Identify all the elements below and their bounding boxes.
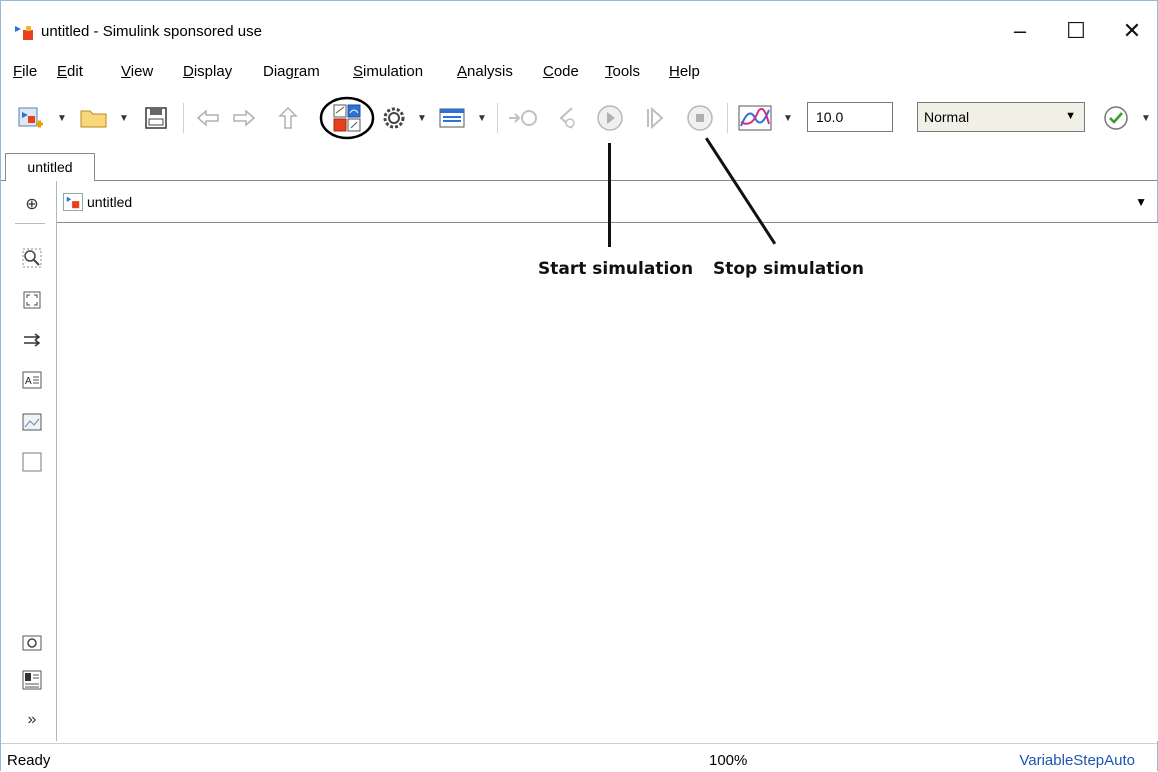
stop-icon bbox=[687, 105, 713, 131]
open-button[interactable] bbox=[77, 101, 111, 135]
step-forward-button[interactable] bbox=[637, 101, 671, 135]
settings-dropdown[interactable]: ▼ bbox=[415, 101, 429, 135]
arrange-button[interactable] bbox=[21, 329, 43, 351]
save-button[interactable] bbox=[139, 101, 173, 135]
zoom-icon bbox=[22, 248, 42, 268]
menu-simulation[interactable]: Simulation bbox=[353, 63, 423, 80]
area-button[interactable] bbox=[21, 451, 43, 473]
zoom-level: 100% bbox=[709, 752, 748, 769]
expand-palette-button[interactable]: » bbox=[21, 709, 43, 731]
explorer-dropdown[interactable]: ▼ bbox=[475, 101, 489, 135]
solver-link[interactable]: VariableStepAuto bbox=[1019, 752, 1135, 769]
toolbar-separator bbox=[183, 103, 184, 133]
close-button[interactable]: ✕ bbox=[1109, 11, 1155, 51]
chevron-down-icon: ▼ bbox=[1065, 110, 1076, 122]
library-browser-button[interactable] bbox=[319, 96, 375, 140]
step-back-icon bbox=[559, 107, 575, 129]
step-forward-icon bbox=[647, 106, 664, 130]
arrow-right-icon bbox=[233, 109, 256, 127]
model-settings-button[interactable] bbox=[379, 101, 409, 135]
tab-untitled[interactable]: untitled bbox=[5, 153, 95, 181]
start-annotation-line bbox=[608, 143, 611, 247]
update-diagram-button[interactable] bbox=[505, 101, 541, 135]
camera-icon bbox=[22, 635, 42, 651]
title-bar: untitled - Simulink sponsored use – ☐ ✕ bbox=[1, 1, 1157, 51]
status-bar: Ready 100% VariableStepAuto bbox=[1, 743, 1157, 772]
menu-display[interactable]: Display bbox=[183, 63, 232, 80]
save-icon bbox=[145, 107, 167, 129]
stop-button[interactable] bbox=[683, 101, 717, 135]
arrow-right-double-icon bbox=[24, 333, 41, 347]
menu-analysis[interactable]: Analysis bbox=[457, 63, 513, 80]
menu-bar: File Edit View Display Diagram Simulatio… bbox=[1, 57, 1157, 87]
data-inspector-button[interactable] bbox=[735, 101, 775, 135]
gear-icon bbox=[383, 107, 405, 129]
status-text: Ready bbox=[7, 752, 51, 769]
simulink-window: untitled - Simulink sponsored use – ☐ ✕ … bbox=[0, 0, 1158, 772]
image-button[interactable] bbox=[21, 411, 43, 433]
menu-diagram[interactable]: Diagram bbox=[263, 63, 320, 80]
play-icon bbox=[597, 105, 623, 131]
library-browser-icon bbox=[319, 96, 375, 140]
data-inspector-dropdown[interactable]: ▼ bbox=[781, 101, 795, 135]
left-palette: ⊕ A » bbox=[1, 181, 57, 741]
hide-browser-button[interactable]: ⊕ bbox=[21, 193, 43, 215]
model-advisor-dropdown[interactable]: ▼ bbox=[1139, 101, 1153, 135]
tab-bar: untitled bbox=[1, 149, 1157, 181]
zoom-button[interactable] bbox=[21, 247, 43, 269]
palette-divider bbox=[15, 223, 45, 224]
stop-simulation-label: Stop simulation bbox=[713, 259, 864, 279]
text-annotation-icon: A bbox=[22, 371, 42, 389]
folder-icon bbox=[80, 110, 107, 128]
menu-tools[interactable]: Tools bbox=[605, 63, 640, 80]
model-explorer-button[interactable] bbox=[435, 101, 469, 135]
new-model-icon bbox=[18, 107, 43, 128]
checkmark-icon bbox=[1104, 106, 1128, 130]
new-model-button[interactable] bbox=[13, 101, 47, 135]
image-icon bbox=[22, 413, 42, 431]
start-simulation-label: Start simulation bbox=[538, 259, 694, 279]
fit-to-view-icon bbox=[23, 291, 41, 309]
model-icon bbox=[63, 193, 83, 211]
menu-view[interactable]: View bbox=[121, 63, 153, 80]
menu-code[interactable]: Code bbox=[543, 63, 579, 80]
simulation-mode-value: Normal bbox=[924, 109, 970, 125]
menu-file[interactable]: File bbox=[13, 63, 37, 80]
simulink-app-icon bbox=[15, 26, 33, 40]
stop-time-input[interactable] bbox=[807, 102, 893, 132]
model-advisor-button[interactable] bbox=[1099, 101, 1133, 135]
menu-edit[interactable]: Edit bbox=[57, 63, 83, 80]
breadcrumb[interactable]: untitled bbox=[87, 194, 132, 210]
arrow-up-icon bbox=[278, 106, 298, 129]
fit-to-view-button[interactable] bbox=[21, 289, 43, 311]
property-inspector-icon bbox=[22, 670, 42, 690]
chevron-down-icon[interactable]: ▼ bbox=[1135, 195, 1147, 209]
screenshot-button[interactable] bbox=[21, 631, 43, 653]
run-button[interactable] bbox=[593, 101, 627, 135]
area-icon bbox=[22, 452, 42, 472]
signal-plot-icon bbox=[738, 105, 772, 131]
menu-help[interactable]: Help bbox=[669, 63, 700, 80]
maximize-button[interactable]: ☐ bbox=[1053, 11, 1099, 51]
table-icon bbox=[439, 108, 465, 128]
toolbar-separator bbox=[727, 103, 728, 133]
forward-button[interactable] bbox=[227, 101, 261, 135]
open-dropdown[interactable]: ▼ bbox=[117, 101, 131, 135]
svg-text:A: A bbox=[25, 376, 32, 387]
step-back-button[interactable] bbox=[551, 101, 585, 135]
window-title: untitled - Simulink sponsored use bbox=[41, 23, 262, 40]
up-button[interactable] bbox=[271, 101, 305, 135]
model-browser-button[interactable] bbox=[21, 669, 43, 691]
model-canvas[interactable] bbox=[57, 223, 1158, 741]
simulation-mode-select[interactable]: Normal ▼ bbox=[917, 102, 1085, 132]
new-model-dropdown[interactable]: ▼ bbox=[55, 101, 69, 135]
update-diagram-icon bbox=[509, 110, 537, 126]
minimize-button[interactable]: – bbox=[997, 11, 1043, 51]
toolbar-separator bbox=[497, 103, 498, 133]
arrow-left-icon bbox=[196, 109, 219, 127]
back-button[interactable] bbox=[191, 101, 225, 135]
annotation-button[interactable]: A bbox=[21, 369, 43, 391]
